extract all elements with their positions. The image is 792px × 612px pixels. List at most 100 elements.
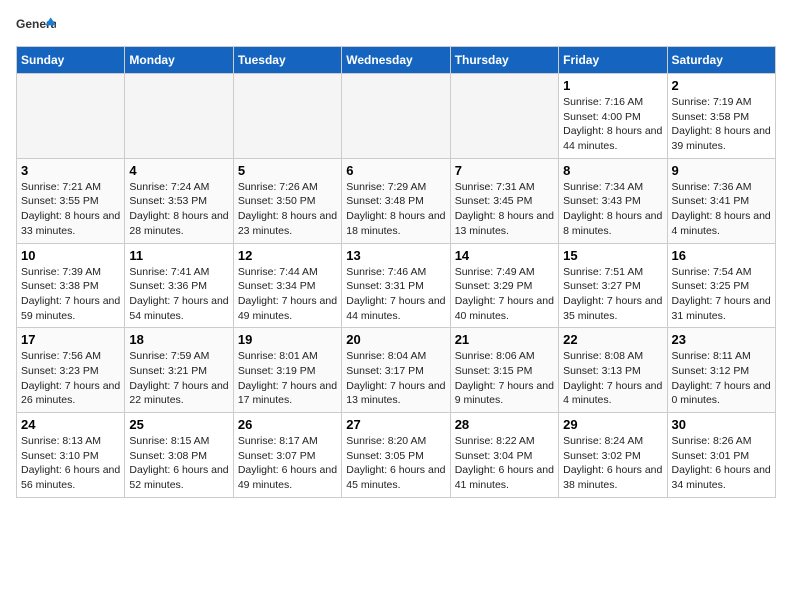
day-info: Sunrise: 8:26 AMSunset: 3:01 PMDaylight:… [672,434,771,493]
calendar-cell: 11 Sunrise: 7:41 AMSunset: 3:36 PMDayligh… [125,243,233,328]
calendar-cell: 12Sunrise: 7:44 AMSunset: 3:34 PMDayligh… [233,243,341,328]
day-number: 7 [455,163,554,178]
day-number: 30 [672,417,771,432]
calendar-cell: 4 Sunrise: 7:24 AMSunset: 3:53 PMDaylight… [125,158,233,243]
calendar-cell: 8 Sunrise: 7:34 AMSunset: 3:43 PMDaylight… [559,158,667,243]
day-info: Sunrise: 7:51 AMSunset: 3:27 PMDaylight:… [563,265,662,324]
day-info: Sunrise: 7:16 AMSunset: 4:00 PMDaylight:… [563,95,662,154]
calendar-cell: 18Sunrise: 7:59 AMSunset: 3:21 PMDayligh… [125,328,233,413]
calendar-cell: 24Sunrise: 8:13 AMSunset: 3:10 PMDayligh… [17,413,125,498]
calendar-cell [125,74,233,159]
calendar-table: SundayMondayTuesdayWednesdayThursdayFrid… [16,46,776,498]
day-number: 23 [672,332,771,347]
calendar-cell: 26 Sunrise: 8:17 AMSunset: 3:07 PMDayligh… [233,413,341,498]
weekday-header-tuesday: Tuesday [233,47,341,74]
calendar-cell: 27 Sunrise: 8:20 AMSunset: 3:05 PMDayligh… [342,413,450,498]
calendar-cell: 9 Sunrise: 7:36 AMSunset: 3:41 PMDaylight… [667,158,775,243]
day-info: Sunrise: 7:56 AMSunset: 3:23 PMDaylight:… [21,349,120,408]
day-number: 28 [455,417,554,432]
calendar-cell [450,74,558,159]
weekday-header-saturday: Saturday [667,47,775,74]
day-info: Sunrise: 7:29 AMSunset: 3:48 PMDaylight:… [346,180,445,239]
calendar-cell [233,74,341,159]
day-number: 1 [563,78,662,93]
day-number: 10 [21,248,120,263]
day-info: Sunrise: 8:15 AMSunset: 3:08 PMDaylight:… [129,434,228,493]
day-number: 16 [672,248,771,263]
day-info: Sunrise: 8:20 AMSunset: 3:05 PMDaylight:… [346,434,445,493]
day-info: Sunrise: 8:11 AMSunset: 3:12 PMDaylight:… [672,349,771,408]
day-info: Sunrise: 8:06 AMSunset: 3:15 PMDaylight:… [455,349,554,408]
calendar-cell: 5 Sunrise: 7:26 AMSunset: 3:50 PMDaylight… [233,158,341,243]
calendar-cell: 1 Sunrise: 7:16 AMSunset: 4:00 PMDaylight… [559,74,667,159]
calendar-cell: 25 Sunrise: 8:15 AMSunset: 3:08 PMDayligh… [125,413,233,498]
day-number: 17 [21,332,120,347]
day-info: Sunrise: 7:46 AMSunset: 3:31 PMDaylight:… [346,265,445,324]
calendar-cell: 15 Sunrise: 7:51 AMSunset: 3:27 PMDayligh… [559,243,667,328]
day-info: Sunrise: 7:24 AMSunset: 3:53 PMDaylight:… [129,180,228,239]
day-number: 8 [563,163,662,178]
calendar-cell: 6 Sunrise: 7:29 AMSunset: 3:48 PMDaylight… [342,158,450,243]
calendar-cell: 19 Sunrise: 8:01 AMSunset: 3:19 PMDayligh… [233,328,341,413]
day-number: 29 [563,417,662,432]
page-header: General [16,16,776,38]
day-number: 11 [129,248,228,263]
calendar-cell: 29 Sunrise: 8:24 AMSunset: 3:02 PMDayligh… [559,413,667,498]
day-info: Sunrise: 7:41 AMSunset: 3:36 PMDaylight:… [129,265,228,324]
day-info: Sunrise: 8:17 AMSunset: 3:07 PMDaylight:… [238,434,337,493]
day-info: Sunrise: 7:31 AMSunset: 3:45 PMDaylight:… [455,180,554,239]
day-number: 4 [129,163,228,178]
day-number: 5 [238,163,337,178]
calendar-week-5: 24Sunrise: 8:13 AMSunset: 3:10 PMDayligh… [17,413,776,498]
calendar-cell: 16 Sunrise: 7:54 AMSunset: 3:25 PMDayligh… [667,243,775,328]
day-number: 9 [672,163,771,178]
day-info: Sunrise: 7:36 AMSunset: 3:41 PMDaylight:… [672,180,771,239]
day-info: Sunrise: 7:26 AMSunset: 3:50 PMDaylight:… [238,180,337,239]
calendar-cell: 20 Sunrise: 8:04 AMSunset: 3:17 PMDayligh… [342,328,450,413]
calendar-cell: 3 Sunrise: 7:21 AMSunset: 3:55 PMDaylight… [17,158,125,243]
day-number: 27 [346,417,445,432]
calendar-cell: 28 Sunrise: 8:22 AMSunset: 3:04 PMDayligh… [450,413,558,498]
day-info: Sunrise: 7:19 AMSunset: 3:58 PMDaylight:… [672,95,771,154]
day-info: Sunrise: 8:04 AMSunset: 3:17 PMDaylight:… [346,349,445,408]
calendar-cell: 10Sunrise: 7:39 AMSunset: 3:38 PMDayligh… [17,243,125,328]
calendar-cell: 17 Sunrise: 7:56 AMSunset: 3:23 PMDayligh… [17,328,125,413]
weekday-header-row: SundayMondayTuesdayWednesdayThursdayFrid… [17,47,776,74]
weekday-header-sunday: Sunday [17,47,125,74]
day-info: Sunrise: 7:59 AMSunset: 3:21 PMDaylight:… [129,349,228,408]
calendar-cell: 13 Sunrise: 7:46 AMSunset: 3:31 PMDayligh… [342,243,450,328]
day-info: Sunrise: 7:34 AMSunset: 3:43 PMDaylight:… [563,180,662,239]
day-number: 13 [346,248,445,263]
day-info: Sunrise: 8:01 AMSunset: 3:19 PMDaylight:… [238,349,337,408]
logo: General [16,16,56,38]
day-info: Sunrise: 8:24 AMSunset: 3:02 PMDaylight:… [563,434,662,493]
day-number: 26 [238,417,337,432]
day-number: 19 [238,332,337,347]
weekday-header-friday: Friday [559,47,667,74]
day-info: Sunrise: 8:22 AMSunset: 3:04 PMDaylight:… [455,434,554,493]
day-number: 15 [563,248,662,263]
calendar-cell: 14Sunrise: 7:49 AMSunset: 3:29 PMDayligh… [450,243,558,328]
day-number: 20 [346,332,445,347]
calendar-cell: 23 Sunrise: 8:11 AMSunset: 3:12 PMDayligh… [667,328,775,413]
day-number: 14 [455,248,554,263]
day-info: Sunrise: 8:08 AMSunset: 3:13 PMDaylight:… [563,349,662,408]
calendar-cell: 21 Sunrise: 8:06 AMSunset: 3:15 PMDayligh… [450,328,558,413]
weekday-header-monday: Monday [125,47,233,74]
calendar-cell: 30 Sunrise: 8:26 AMSunset: 3:01 PMDayligh… [667,413,775,498]
day-number: 24 [21,417,120,432]
day-number: 6 [346,163,445,178]
calendar-week-4: 17 Sunrise: 7:56 AMSunset: 3:23 PMDayligh… [17,328,776,413]
day-number: 3 [21,163,120,178]
day-info: Sunrise: 7:21 AMSunset: 3:55 PMDaylight:… [21,180,120,239]
calendar-cell: 2 Sunrise: 7:19 AMSunset: 3:58 PMDaylight… [667,74,775,159]
calendar-cell: 22Sunrise: 8:08 AMSunset: 3:13 PMDayligh… [559,328,667,413]
day-number: 21 [455,332,554,347]
day-info: Sunrise: 7:44 AMSunset: 3:34 PMDaylight:… [238,265,337,324]
weekday-header-thursday: Thursday [450,47,558,74]
calendar-cell: 7 Sunrise: 7:31 AMSunset: 3:45 PMDaylight… [450,158,558,243]
day-number: 25 [129,417,228,432]
day-info: Sunrise: 7:54 AMSunset: 3:25 PMDaylight:… [672,265,771,324]
day-number: 2 [672,78,771,93]
calendar-cell [342,74,450,159]
